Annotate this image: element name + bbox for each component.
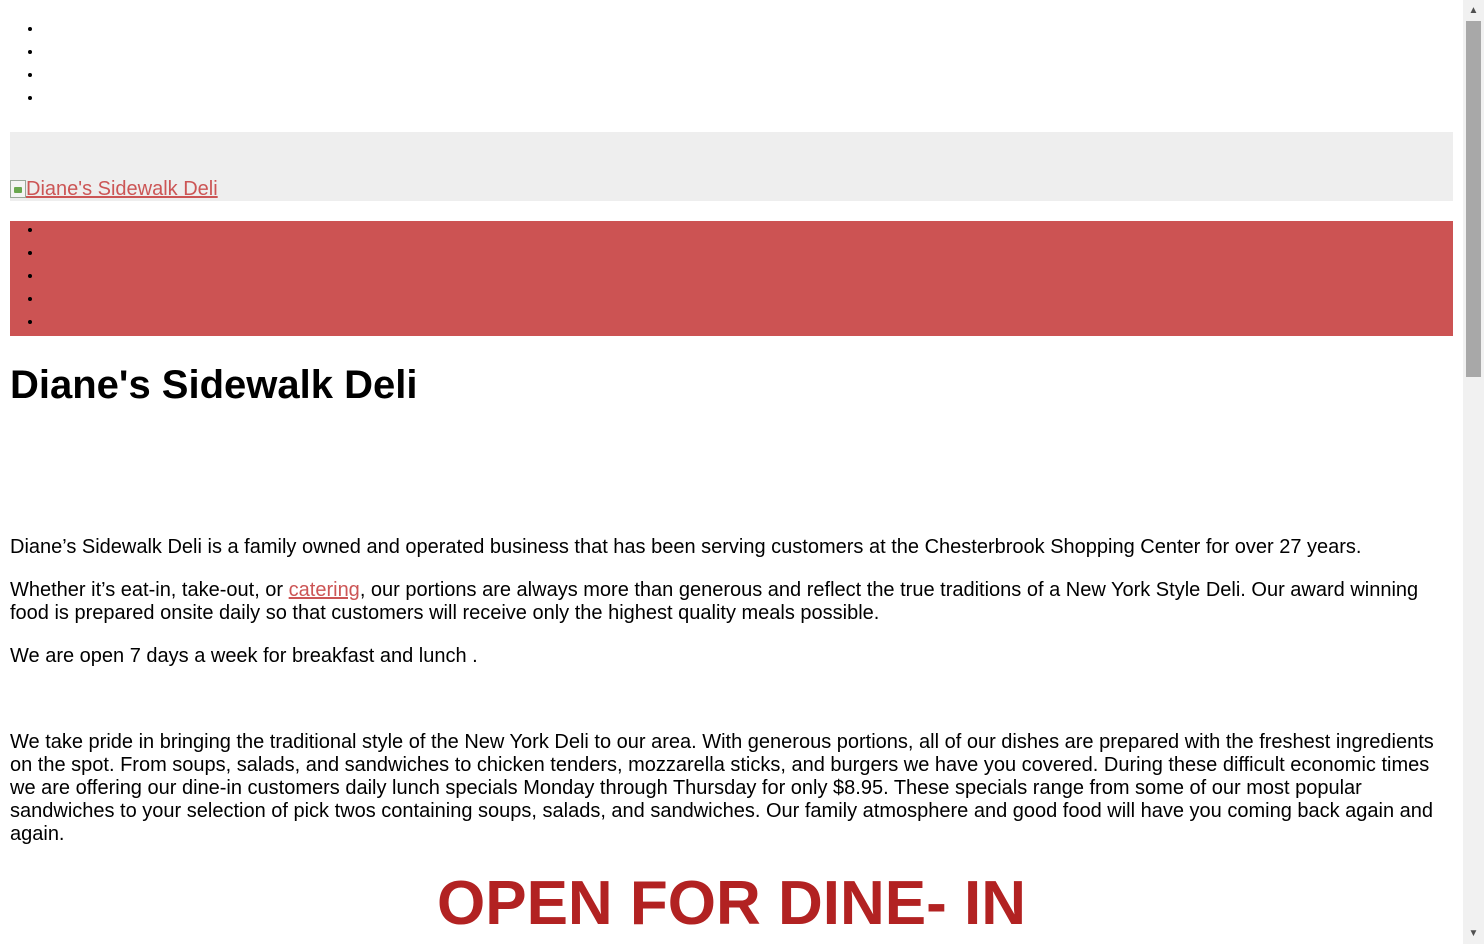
main-nav-item[interactable] — [43, 221, 1453, 244]
chevron-down-icon[interactable]: ▼ — [1463, 925, 1484, 942]
dine-in-banner: OPEN FOR DINE- IN — [436, 869, 1027, 938]
logo-bar: Diane's Sidewalk Deli — [10, 132, 1453, 201]
chevron-up-icon[interactable]: ▲ — [1463, 2, 1484, 19]
main-nav — [10, 221, 1453, 336]
services-text-before: Whether it’s eat-in, take-out, or — [10, 579, 289, 601]
main-nav-item[interactable] — [43, 267, 1453, 290]
hours-paragraph: We are open 7 days a week for breakfast … — [10, 645, 478, 667]
page: Diane's Sidewalk Deli Diane's Sidewalk D… — [0, 0, 1463, 944]
logo-link[interactable]: Diane's Sidewalk Deli — [10, 178, 218, 200]
top-nav — [10, 20, 43, 112]
main-nav-item[interactable] — [43, 244, 1453, 267]
broken-image-icon — [10, 180, 26, 198]
main-nav-list — [10, 221, 1453, 336]
scrollbar-thumb[interactable] — [1466, 21, 1481, 377]
services-paragraph: Whether it’s eat-in, take-out, or cateri… — [10, 579, 1450, 625]
vertical-scrollbar[interactable]: ▲ ▼ — [1463, 0, 1484, 944]
intro-paragraph: Diane’s Sidewalk Deli is a family owned … — [10, 536, 1362, 558]
top-nav-list — [10, 20, 43, 112]
main-nav-item[interactable] — [43, 290, 1453, 313]
about-paragraph: We take pride in bringing the traditiona… — [10, 731, 1434, 845]
catering-link[interactable]: catering — [289, 579, 360, 601]
logo-alt-text[interactable]: Diane's Sidewalk Deli — [26, 178, 218, 200]
main-nav-item[interactable] — [43, 313, 1453, 336]
page-title: Diane's Sidewalk Deli — [10, 363, 418, 407]
